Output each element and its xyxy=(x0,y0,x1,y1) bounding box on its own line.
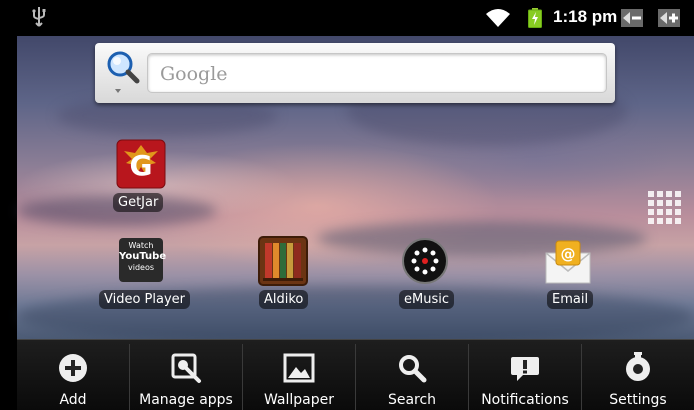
search-icon xyxy=(399,355,427,383)
menu-label: Wallpaper xyxy=(263,392,335,408)
wifi-icon xyxy=(486,9,510,27)
status-bar: 1:18 pm xyxy=(17,0,694,36)
settings-icon xyxy=(626,352,650,381)
svg-text:@: @ xyxy=(561,245,576,263)
svg-text:G: G xyxy=(130,149,153,182)
battery-charging-icon xyxy=(528,8,542,28)
menu-label: Settings xyxy=(609,392,667,408)
volume-down-icon[interactable] xyxy=(620,7,644,29)
app-label: eMusic xyxy=(399,290,454,309)
wallpaper-icon xyxy=(283,353,315,383)
email-icon[interactable]: @ xyxy=(543,239,593,285)
menu-item-manage-apps[interactable]: Manage apps xyxy=(130,340,242,410)
menu-label: Notifications xyxy=(481,392,569,408)
aldiko-icon[interactable] xyxy=(258,236,308,286)
app-label: GetJar xyxy=(113,193,164,212)
search-placeholder: Google xyxy=(160,63,228,85)
app-label: Video Player xyxy=(99,290,191,309)
home-screen: 1:18 pm Google G GetJar Watch YouTube vi… xyxy=(0,0,694,410)
search-icon[interactable] xyxy=(103,49,143,97)
volume-up-icon[interactable] xyxy=(657,7,681,29)
menu-label: Add xyxy=(59,392,87,408)
app-label: Aldiko xyxy=(259,290,309,309)
menu-item-add[interactable]: Add xyxy=(17,340,129,410)
menu-item-settings[interactable]: Settings xyxy=(582,340,694,410)
app-label: Email xyxy=(547,290,594,309)
getjar-icon[interactable]: G xyxy=(116,139,166,189)
search-input[interactable]: Google xyxy=(147,53,607,93)
add-icon xyxy=(59,354,87,382)
youtube-icon[interactable]: Watch YouTube videos xyxy=(119,238,166,282)
menu-item-notifications[interactable]: Notifications xyxy=(469,340,581,410)
usb-icon xyxy=(32,7,46,27)
menu-label: Search xyxy=(387,392,437,408)
emusic-icon[interactable] xyxy=(401,237,449,285)
app-drawer-icon[interactable] xyxy=(648,191,682,225)
notifications-icon xyxy=(511,357,539,381)
options-menu: Add Manage apps Wallpaper Search Notific… xyxy=(17,339,694,410)
menu-item-search[interactable]: Search xyxy=(356,340,468,410)
manage-apps-icon xyxy=(171,353,201,383)
menu-label: Manage apps xyxy=(139,392,233,408)
clock: 1:18 pm xyxy=(553,7,618,26)
google-search-widget[interactable]: Google xyxy=(95,43,615,103)
menu-item-wallpaper[interactable]: Wallpaper xyxy=(243,340,355,410)
